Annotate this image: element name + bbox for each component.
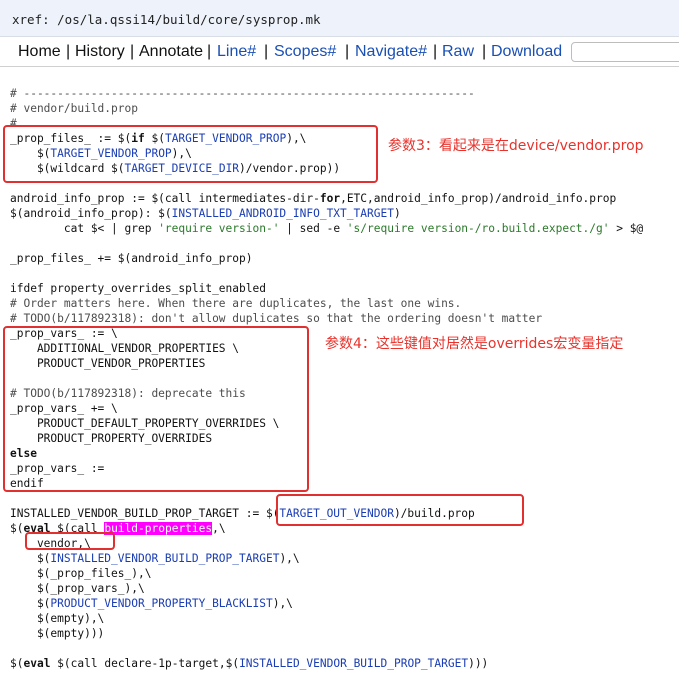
code-variable-link[interactable]: PRODUCT_VENDOR_PROPERTY_BLACKLIST <box>50 597 272 610</box>
code-token: ,ETC,android_info_prop)/android_info.pro… <box>340 192 617 205</box>
code-string: 's/require version-/ro.build.expect./g' <box>346 222 610 235</box>
code-token: intermediates-dir- <box>191 192 320 205</box>
annotation-box-prop-files <box>3 125 378 183</box>
code-token: | sed -e <box>279 222 347 235</box>
annotation-box-prop-vars <box>3 326 309 492</box>
annotation-param3: 参数3：看起来是在device/vendor.prop <box>388 138 644 154</box>
code-line: $(_prop_files_),\ <box>10 567 152 580</box>
code-token: $( <box>10 552 51 565</box>
code-token: cat $< | grep <box>10 222 159 235</box>
code-token: $(android_info_prop): $( <box>10 207 172 220</box>
code-variable-link[interactable]: INSTALLED_VENDOR_BUILD_PROP_TARGET <box>50 552 279 565</box>
code-token: $( <box>10 522 24 535</box>
code-token: ),\ <box>279 552 300 565</box>
code-token: INSTALLED_VENDOR_BUILD_PROP_TARGET := $( <box>10 507 280 520</box>
code-token: $( <box>10 657 24 670</box>
code-keyword: for <box>319 192 341 205</box>
code-line: $(eval $(call declare-1p-target,$(INSTAL… <box>10 656 488 671</box>
code-line: # Order matters here. When there are dup… <box>10 297 462 310</box>
annotation-box-vendor-out <box>276 494 524 526</box>
code-token: android_info_prop := $( <box>10 192 165 205</box>
annotation-box-vendor-arg <box>25 532 115 550</box>
code-line: # vendor/build.prop <box>10 102 138 115</box>
code-line: android_info_prop := $(call intermediate… <box>10 191 616 206</box>
code-line: $(empty),\ <box>10 612 105 625</box>
code-token: ,\ <box>212 522 226 535</box>
code-token: $( <box>50 657 71 670</box>
code-token: ),\ <box>272 597 293 610</box>
code-line: ifdef property_overrides_split_enabled <box>10 282 266 295</box>
code-line: cat $< | grep 'require version-' | sed -… <box>10 221 643 236</box>
code-token: ) <box>393 207 401 220</box>
code-token: ))) <box>468 657 489 670</box>
code-line: $(_prop_vars_),\ <box>10 582 145 595</box>
code-function: call <box>70 657 98 670</box>
code-line: $(empty))) <box>10 627 105 640</box>
code-line: $(android_info_prop): $(INSTALLED_ANDROI… <box>10 206 401 221</box>
code-line: # TODO(b/117892318): don't allow duplica… <box>10 312 543 325</box>
code-function: call <box>164 192 192 205</box>
code-token: $( <box>10 597 51 610</box>
code-keyword: eval <box>23 657 51 670</box>
code-token: > $@ <box>609 222 644 235</box>
code-token: declare-1p-target,$( <box>97 657 240 670</box>
code-line: $(PRODUCT_VENDOR_PROPERTY_BLACKLIST),\ <box>10 596 293 611</box>
search-highlight: build-properties <box>104 522 213 535</box>
code-line: _prop_files_ += $(android_info_prop) <box>10 252 253 265</box>
code-line: # --------------------------------------… <box>10 87 475 100</box>
code-line: $(INSTALLED_VENDOR_BUILD_PROP_TARGET),\ <box>10 551 300 566</box>
code-variable-link[interactable]: INSTALLED_VENDOR_BUILD_PROP_TARGET <box>239 657 468 670</box>
code-variable-link[interactable]: INSTALLED_ANDROID_INFO_TXT_TARGET <box>172 207 394 220</box>
annotation-param4: 参数4：这些键值对居然是overrides宏变量指定 <box>325 336 624 352</box>
code-string: 'require version-' <box>158 222 280 235</box>
